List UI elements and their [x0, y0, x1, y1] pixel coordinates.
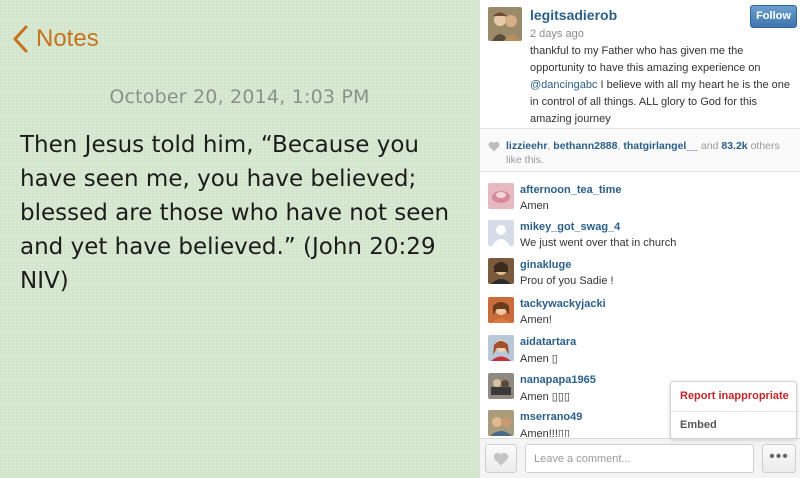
post-username[interactable]: legitsadierob	[530, 7, 617, 23]
comment-text: Amen	[520, 200, 549, 212]
comment-text: Amen!	[520, 314, 552, 326]
notes-back-label: Notes	[36, 25, 99, 52]
comment-text: Amen!!!▯▯	[520, 428, 571, 437]
report-inappropriate-item[interactable]: Report inappropriate	[671, 383, 796, 410]
chevron-left-icon	[13, 25, 28, 53]
like-button[interactable]	[485, 444, 517, 473]
post-header: legitsadierob 2 days ago Follow thankful…	[480, 0, 800, 128]
post-caption: thankful to my Father who has given me t…	[530, 43, 792, 128]
comment-input[interactable]	[525, 444, 754, 473]
comment-text: Amen ▯	[520, 353, 558, 365]
comment-text: Amen ▯▯▯	[520, 391, 570, 403]
commenter-avatar[interactable]	[488, 410, 514, 436]
notes-panel: Notes October 20, 2014, 1:03 PM Then Jes…	[0, 0, 479, 478]
caption-text-start: thankful to my Father who has given me t…	[530, 45, 761, 74]
likes-count[interactable]: 83.2k	[721, 140, 747, 152]
note-date: October 20, 2014, 1:03 PM	[109, 86, 370, 108]
likes-and: and	[698, 140, 722, 152]
embed-item[interactable]: Embed	[671, 411, 796, 438]
comment-username[interactable]: tackywackyjacki	[520, 298, 606, 310]
likes-text: lizzieehr, bethann2888, thatgirlangel__ …	[506, 139, 794, 167]
commenter-avatar[interactable]	[488, 258, 514, 284]
comment-item: aidatartara Amen ▯	[480, 332, 800, 368]
liker-link[interactable]: thatgirlangel__	[623, 140, 698, 152]
comment-username[interactable]: afternoon_tea_time	[520, 184, 621, 196]
comment-item: afternoon_tea_time Amen	[480, 180, 800, 216]
commenter-avatar[interactable]	[488, 183, 514, 209]
comment-username[interactable]: mserrano49	[520, 411, 582, 423]
comment-username[interactable]: mikey_got_swag_4	[520, 221, 620, 233]
commenter-avatar[interactable]	[488, 220, 514, 246]
comment-text: We just went over that in church	[520, 237, 677, 249]
comment-item: tackywackyjacki Amen!	[480, 294, 800, 330]
comment-footer: •••	[480, 438, 800, 478]
more-options-button[interactable]: •••	[762, 444, 796, 473]
comment-item: ginakluge Prou of you Sadie !	[480, 255, 800, 291]
commenter-avatar[interactable]	[488, 297, 514, 323]
note-body[interactable]: Then Jesus told him, “Because you have s…	[20, 128, 468, 298]
commenter-avatar[interactable]	[488, 335, 514, 361]
comment-username[interactable]: aidatartara	[520, 336, 576, 348]
likes-bar: lizzieehr, bethann2888, thatgirlangel__ …	[480, 128, 800, 172]
liker-link[interactable]: lizzieehr	[506, 140, 547, 152]
comment-item: mikey_got_swag_4 We just went over that …	[480, 217, 800, 253]
comment-username[interactable]: nanapapa1965	[520, 374, 596, 386]
options-menu: Report inappropriate Embed	[670, 381, 797, 439]
comment-username[interactable]: ginakluge	[520, 259, 571, 271]
heart-icon	[493, 452, 509, 466]
post-time: 2 days ago	[530, 28, 584, 40]
commenter-avatar[interactable]	[488, 373, 514, 399]
notes-back-button[interactable]: Notes	[12, 22, 99, 56]
comment-text: Prou of you Sadie !	[520, 275, 614, 287]
follow-button[interactable]: Follow	[750, 5, 797, 28]
caption-mention-link[interactable]: @dancingabc	[530, 79, 597, 91]
owner-avatar[interactable]	[488, 7, 522, 41]
heart-icon	[488, 141, 500, 152]
liker-link[interactable]: bethann2888	[553, 140, 617, 152]
